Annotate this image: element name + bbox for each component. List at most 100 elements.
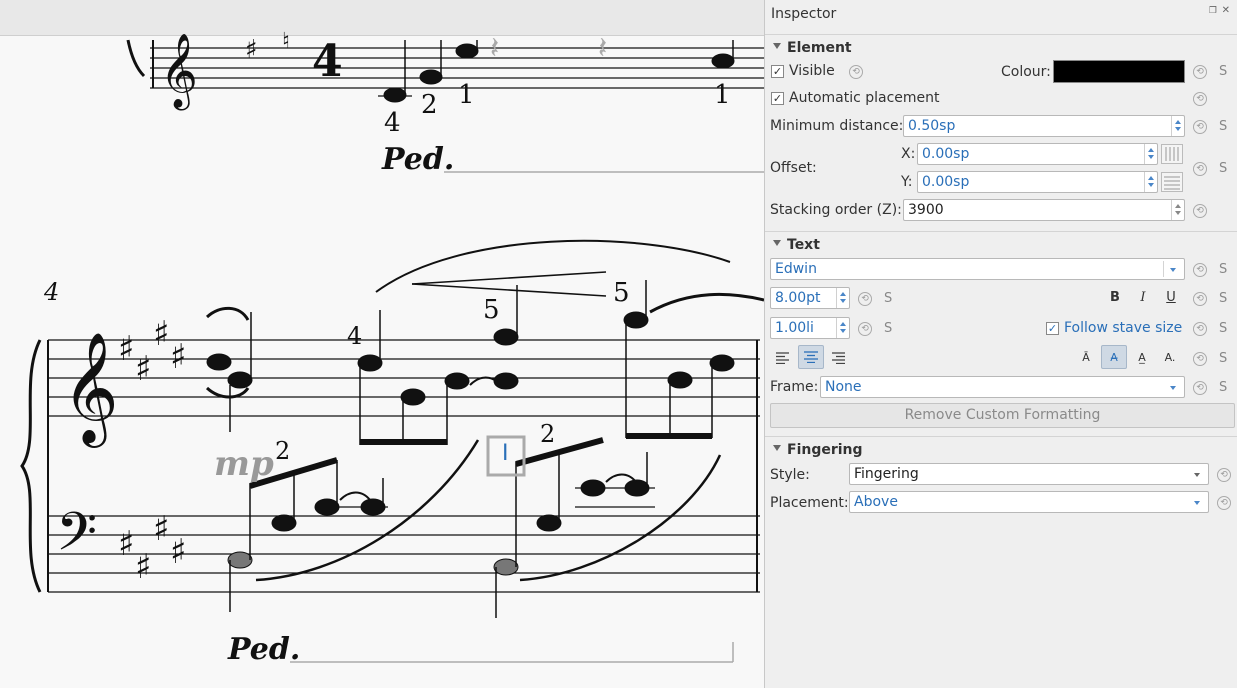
- valign-baseline-icon[interactable]: A̲: [1129, 346, 1155, 370]
- spin-down-icon[interactable]: [840, 299, 846, 303]
- spin-arrows[interactable]: [1171, 200, 1184, 220]
- fingering-bass-2b[interactable]: 2: [540, 420, 555, 448]
- spacing-reset-icon[interactable]: ⟲: [858, 322, 872, 336]
- font-size-style-button[interactable]: S: [884, 291, 892, 306]
- spin-down-icon[interactable]: [1148, 155, 1154, 159]
- chevron-down-icon[interactable]: [1194, 501, 1200, 505]
- dynamic-marking[interactable]: mp: [214, 444, 274, 484]
- valign-middle-icon[interactable]: A̶: [1101, 345, 1127, 369]
- pedal-marking-bottom[interactable]: Ped.: [228, 632, 300, 667]
- format-style-button[interactable]: S: [1219, 291, 1227, 306]
- font-reset-icon[interactable]: ⟲: [1193, 263, 1207, 277]
- offset-reset-icon[interactable]: ⟲: [1193, 162, 1207, 176]
- line-spacing-value: 1.00li: [775, 320, 814, 336]
- score-canvas[interactable]: 𝄞 𝄞 𝄢 ♯ ♮ 4 ♯ ♯ ♯ ♯ ♯ ♯ ♯ ♯ 𝄽 𝄽 4 2 1 1 …: [0, 0, 764, 688]
- colour-style-button[interactable]: S: [1219, 64, 1227, 79]
- follow-stave-style-button[interactable]: S: [1219, 321, 1227, 336]
- svg-text:𝄞: 𝄞: [62, 331, 119, 448]
- colour-reset-icon[interactable]: ⟲: [1193, 65, 1207, 79]
- underline-button[interactable]: U: [1158, 286, 1184, 310]
- fingering-top-1b[interactable]: 1: [714, 80, 731, 110]
- spin-arrows[interactable]: [1144, 144, 1157, 164]
- colour-swatch[interactable]: [1053, 60, 1185, 83]
- stacking-order-spinbox[interactable]: 3900: [903, 199, 1185, 221]
- fingering-top-2[interactable]: 2: [421, 90, 438, 120]
- close-icon[interactable]: ✕: [1222, 5, 1230, 16]
- selected-fingering-text[interactable]: I: [502, 441, 509, 466]
- spin-arrows[interactable]: [1171, 116, 1184, 136]
- fingering-m4-5b[interactable]: 5: [613, 278, 630, 308]
- fingering-placement-reset-icon[interactable]: ⟲: [1217, 496, 1231, 510]
- fingering-m4-4[interactable]: 4: [347, 322, 362, 350]
- chevron-down-icon[interactable]: [1170, 268, 1176, 272]
- svg-text:𝄢: 𝄢: [56, 502, 97, 576]
- chevron-down-icon[interactable]: [1170, 386, 1176, 390]
- align-right-icon[interactable]: [826, 346, 852, 370]
- font-style-button[interactable]: S: [1219, 262, 1227, 277]
- collapse-triangle-icon: [773, 240, 781, 246]
- min-distance-reset-icon[interactable]: ⟲: [1193, 120, 1207, 134]
- align-center-icon[interactable]: [798, 345, 824, 369]
- fingering-top-4[interactable]: 4: [384, 108, 401, 138]
- visible-checkbox[interactable]: ✓: [771, 65, 784, 78]
- text-section-header[interactable]: Text: [773, 237, 820, 253]
- align-reset-icon[interactable]: ⟲: [1193, 352, 1207, 366]
- spin-arrows[interactable]: [1144, 172, 1157, 192]
- offset-y-spinbox[interactable]: 0.00sp: [917, 171, 1158, 193]
- frame-reset-icon[interactable]: ⟲: [1193, 381, 1207, 395]
- frame-combo[interactable]: None: [820, 376, 1185, 398]
- spin-down-icon[interactable]: [1175, 127, 1181, 131]
- spin-down-icon[interactable]: [840, 329, 846, 333]
- auto-placement-reset-icon[interactable]: ⟲: [1193, 92, 1207, 106]
- font-family-combo[interactable]: Edwin: [770, 258, 1185, 280]
- font-size-spinbox[interactable]: 8.00pt: [770, 287, 850, 309]
- format-reset-icon[interactable]: ⟲: [1193, 292, 1207, 306]
- spin-up-icon[interactable]: [1175, 204, 1181, 208]
- fingering-m4-5a[interactable]: 5: [483, 295, 500, 325]
- auto-placement-checkbox[interactable]: ✓: [771, 92, 784, 105]
- chevron-down-icon[interactable]: [1194, 473, 1200, 477]
- spin-up-icon[interactable]: [840, 292, 846, 296]
- spin-up-icon[interactable]: [840, 322, 846, 326]
- italic-button[interactable]: I: [1130, 286, 1156, 310]
- offset-style-button[interactable]: S: [1219, 161, 1227, 176]
- spin-arrows[interactable]: [836, 288, 849, 308]
- visible-reset-icon[interactable]: ⟲: [849, 65, 863, 79]
- valign-bottom-icon[interactable]: A.: [1157, 346, 1183, 370]
- align-style-button[interactable]: S: [1219, 351, 1227, 366]
- spin-up-icon[interactable]: [1175, 120, 1181, 124]
- divider: [765, 231, 1237, 232]
- line-spacing-spinbox[interactable]: 1.00li: [770, 317, 850, 339]
- fingering-placement-combo[interactable]: Above: [849, 491, 1209, 513]
- svg-text:♯: ♯: [245, 35, 258, 65]
- spacing-style-button[interactable]: S: [884, 321, 892, 336]
- spin-down-icon[interactable]: [1148, 183, 1154, 187]
- fingering-style-reset-icon[interactable]: ⟲: [1217, 468, 1231, 482]
- fingering-section-header[interactable]: Fingering: [773, 442, 863, 458]
- follow-stave-checkbox[interactable]: ✓: [1046, 322, 1059, 335]
- spin-up-icon[interactable]: [1148, 176, 1154, 180]
- fingering-bass-2a[interactable]: 2: [275, 437, 290, 465]
- min-distance-spinbox[interactable]: 0.50sp: [903, 115, 1185, 137]
- align-left-icon[interactable]: [770, 346, 796, 370]
- stacking-reset-icon[interactable]: ⟲: [1193, 204, 1207, 218]
- fingering-style-combo[interactable]: Fingering: [849, 463, 1209, 485]
- min-distance-style-button[interactable]: S: [1219, 119, 1227, 134]
- bold-button[interactable]: B: [1102, 286, 1128, 310]
- frame-style-button[interactable]: S: [1219, 380, 1227, 395]
- font-size-reset-icon[interactable]: ⟲: [858, 292, 872, 306]
- float-icon[interactable]: ❐: [1209, 6, 1217, 16]
- follow-stave-reset-icon[interactable]: ⟲: [1193, 322, 1207, 336]
- score-notation[interactable]: 𝄞 𝄞 𝄢 ♯ ♮ 4 ♯ ♯ ♯ ♯ ♯ ♯ ♯ ♯ 𝄽 𝄽: [0, 0, 764, 688]
- valign-top-icon[interactable]: Ā: [1073, 346, 1099, 370]
- pedal-marking-top[interactable]: Ped.: [382, 142, 454, 177]
- spin-arrows[interactable]: [836, 318, 849, 338]
- element-section-header[interactable]: Element: [773, 40, 852, 56]
- snap-to-grid-x-icon[interactable]: [1161, 144, 1183, 164]
- snap-to-grid-y-icon[interactable]: [1161, 172, 1183, 192]
- spin-down-icon[interactable]: [1175, 211, 1181, 215]
- fingering-top-1[interactable]: 1: [458, 80, 475, 110]
- remove-custom-formatting-button[interactable]: Remove Custom Formatting: [770, 403, 1235, 428]
- offset-x-spinbox[interactable]: 0.00sp: [917, 143, 1158, 165]
- spin-up-icon[interactable]: [1148, 148, 1154, 152]
